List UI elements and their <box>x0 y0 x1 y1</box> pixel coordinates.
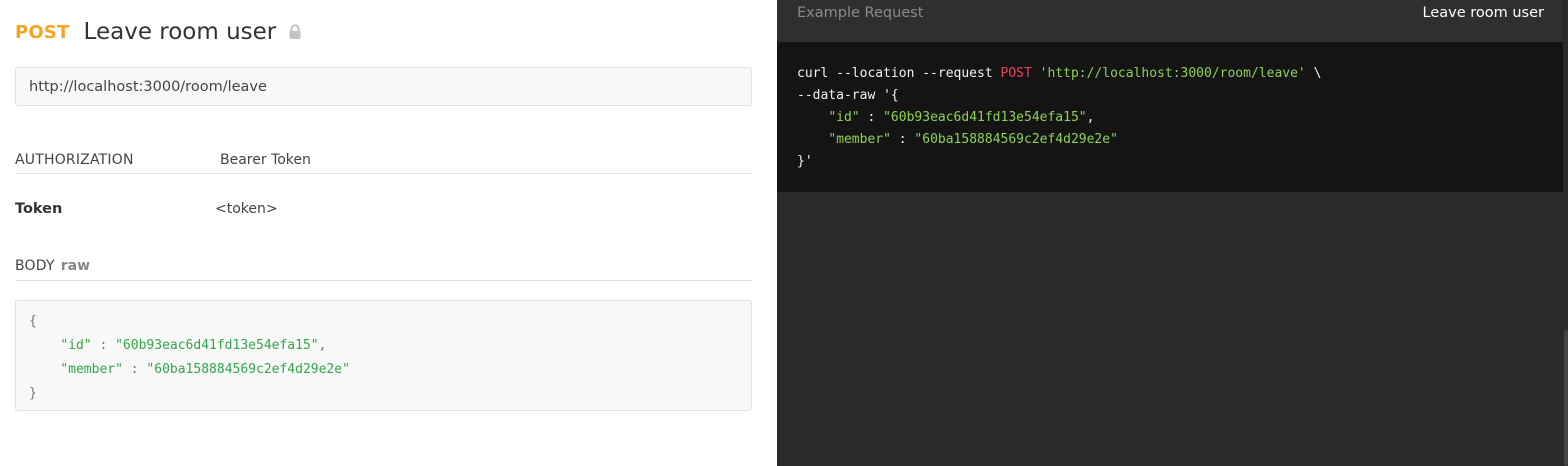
code-id-key: "id" <box>60 338 92 353</box>
curl-id-key: "id" <box>828 110 860 125</box>
request-url: http://localhost:3000/room/leave <box>29 78 267 95</box>
curl-member-value: "60ba158884569c2ef4d29e2e" <box>914 132 1118 147</box>
authorization-label: AUTHORIZATION <box>15 151 134 168</box>
code-member-key: "member" <box>60 362 123 377</box>
code-member-value: "60ba158884569c2ef4d29e2e" <box>146 362 350 377</box>
request-body-code[interactable]: { "id" : "60b93eac6d41fd13e54efa15", "me… <box>15 300 752 411</box>
lock-icon <box>288 24 302 40</box>
curl-member-sep: : <box>890 132 915 147</box>
scrollbar-track[interactable] <box>1563 0 1568 466</box>
request-details-pane: POST Leave room user http://localhost:30… <box>0 0 777 466</box>
curl-id-comma: , <box>1086 110 1095 125</box>
example-request-label: Example Request <box>797 5 924 21</box>
curl-id-value: "60b93eac6d41fd13e54efa15" <box>883 110 1087 125</box>
curl-line-continue: \ <box>1305 66 1322 81</box>
curl-member-key: "member" <box>828 132 891 147</box>
documentation-page: POST Leave room user http://localhost:30… <box>0 0 1568 466</box>
curl-close: }' <box>797 154 813 169</box>
code-member-sep: : <box>122 362 147 377</box>
body-mode: raw <box>60 258 91 274</box>
code-brace-open: { <box>29 314 37 329</box>
code-brace-close: } <box>29 386 37 401</box>
example-request-title[interactable]: Leave room user <box>1423 5 1545 21</box>
curl-method: POST <box>1000 66 1032 81</box>
curl-prefix: curl --location --request <box>797 66 1001 81</box>
request-url-field[interactable]: http://localhost:3000/room/leave <box>15 67 752 106</box>
body-row: BODY raw <box>15 252 752 281</box>
code-id-value: "60b93eac6d41fd13e54efa15" <box>115 338 319 353</box>
request-method: POST <box>15 21 70 43</box>
curl-code-block[interactable]: curl --location --request POST 'http://l… <box>777 42 1563 192</box>
authorization-type: Bearer Token <box>220 151 311 168</box>
authorization-row: AUTHORIZATION Bearer Token <box>15 146 752 174</box>
token-row: Token <token> <box>15 196 752 222</box>
code-id-comma: , <box>318 338 327 353</box>
curl-url: 'http://localhost:3000/room/leave' <box>1039 66 1306 81</box>
code-id-sep: : <box>91 338 116 353</box>
scrollbar-thumb[interactable] <box>1564 330 1568 466</box>
curl-data-raw: --data-raw '{ <box>797 88 899 103</box>
token-key: Token <box>15 201 63 217</box>
curl-id-sep: : <box>859 110 884 125</box>
example-request-pane: Example Request Leave room user curl --l… <box>777 0 1568 466</box>
example-request-header: Example Request Leave room user <box>777 0 1568 42</box>
token-value: <token> <box>215 201 278 217</box>
request-name[interactable]: Leave room user <box>84 19 277 45</box>
request-title-row: POST Leave room user <box>15 14 302 50</box>
body-label: BODY <box>15 258 55 274</box>
